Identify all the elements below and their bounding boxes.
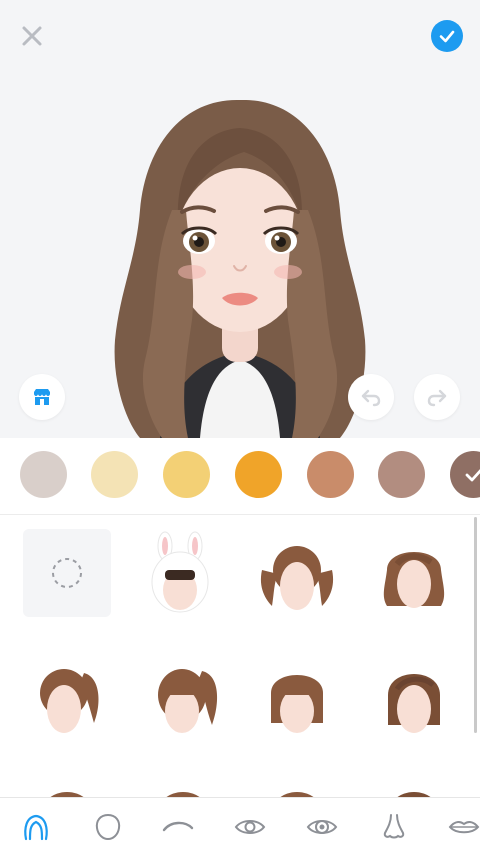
sleek-bob-icon — [371, 653, 457, 739]
grid-scrollbar[interactable] — [474, 517, 477, 733]
confirm-button[interactable] — [431, 20, 463, 52]
face-shape-icon — [92, 811, 124, 843]
color-swatch-light-gray[interactable] — [20, 451, 67, 498]
store-button[interactable] — [19, 374, 65, 420]
tab-face-shape[interactable] — [78, 798, 138, 855]
undo-button[interactable] — [348, 374, 394, 420]
store-icon — [32, 387, 52, 407]
color-swatch-yellow[interactable] — [163, 451, 210, 498]
tab-nose[interactable] — [364, 798, 424, 855]
hair-style-row3-1[interactable] — [23, 773, 111, 797]
dashed-circle-icon — [50, 556, 84, 590]
wavy-bob-icon — [371, 530, 457, 616]
hair-icon — [20, 811, 52, 843]
nose-icon — [378, 811, 410, 843]
tab-eyebrows[interactable] — [148, 798, 208, 855]
hair-icon — [140, 774, 226, 797]
hair-style-bangs-bob[interactable] — [253, 652, 341, 740]
tab-hair[interactable] — [6, 798, 66, 855]
hair-style-twin-tails[interactable] — [253, 529, 341, 617]
tab-lips[interactable] — [434, 798, 480, 855]
selected-check-icon — [464, 465, 480, 485]
twin-tails-icon — [254, 530, 340, 616]
tab-eye-color[interactable] — [292, 798, 352, 855]
tab-eyes[interactable] — [220, 798, 280, 855]
hair-icon — [254, 774, 340, 797]
close-icon — [21, 25, 43, 47]
hair-style-sleek-bob[interactable] — [370, 652, 458, 740]
hair-icon — [24, 774, 110, 797]
hair-icon — [371, 774, 457, 797]
hair-color-palette — [0, 438, 480, 514]
bangs-bob-icon — [254, 653, 340, 739]
side-ponytail-icon — [24, 653, 110, 739]
color-swatch-tan[interactable] — [307, 451, 354, 498]
avatar-image — [100, 90, 380, 438]
hair-style-bangs-ponytail[interactable] — [139, 652, 227, 740]
hair-style-wavy-bob[interactable] — [370, 529, 458, 617]
hair-style-none[interactable] — [23, 529, 111, 617]
hair-style-row3-2[interactable] — [139, 773, 227, 797]
color-swatch-dark-brown[interactable] — [450, 451, 480, 498]
undo-icon — [360, 386, 382, 408]
hair-style-bunny-hood[interactable] — [136, 529, 224, 617]
eye-icon — [233, 811, 267, 843]
hair-style-grid — [0, 515, 480, 797]
checkmark-icon — [438, 27, 456, 45]
bunny-hood-icon — [137, 530, 223, 616]
close-button[interactable] — [18, 22, 46, 50]
color-swatch-cream[interactable] — [91, 451, 138, 498]
hair-style-row3-4[interactable] — [370, 773, 458, 797]
redo-button[interactable] — [414, 374, 460, 420]
redo-icon — [426, 386, 448, 408]
color-swatch-brown-gray[interactable] — [378, 451, 425, 498]
category-tab-bar — [0, 797, 480, 855]
eye-color-icon — [305, 811, 339, 843]
color-swatch-orange[interactable] — [235, 451, 282, 498]
hair-style-side-ponytail[interactable] — [23, 652, 111, 740]
hair-style-row3-3[interactable] — [253, 773, 341, 797]
avatar-preview — [0, 0, 480, 438]
bangs-ponytail-icon — [140, 653, 226, 739]
eyebrows-icon — [161, 811, 195, 843]
lips-icon — [447, 811, 480, 843]
